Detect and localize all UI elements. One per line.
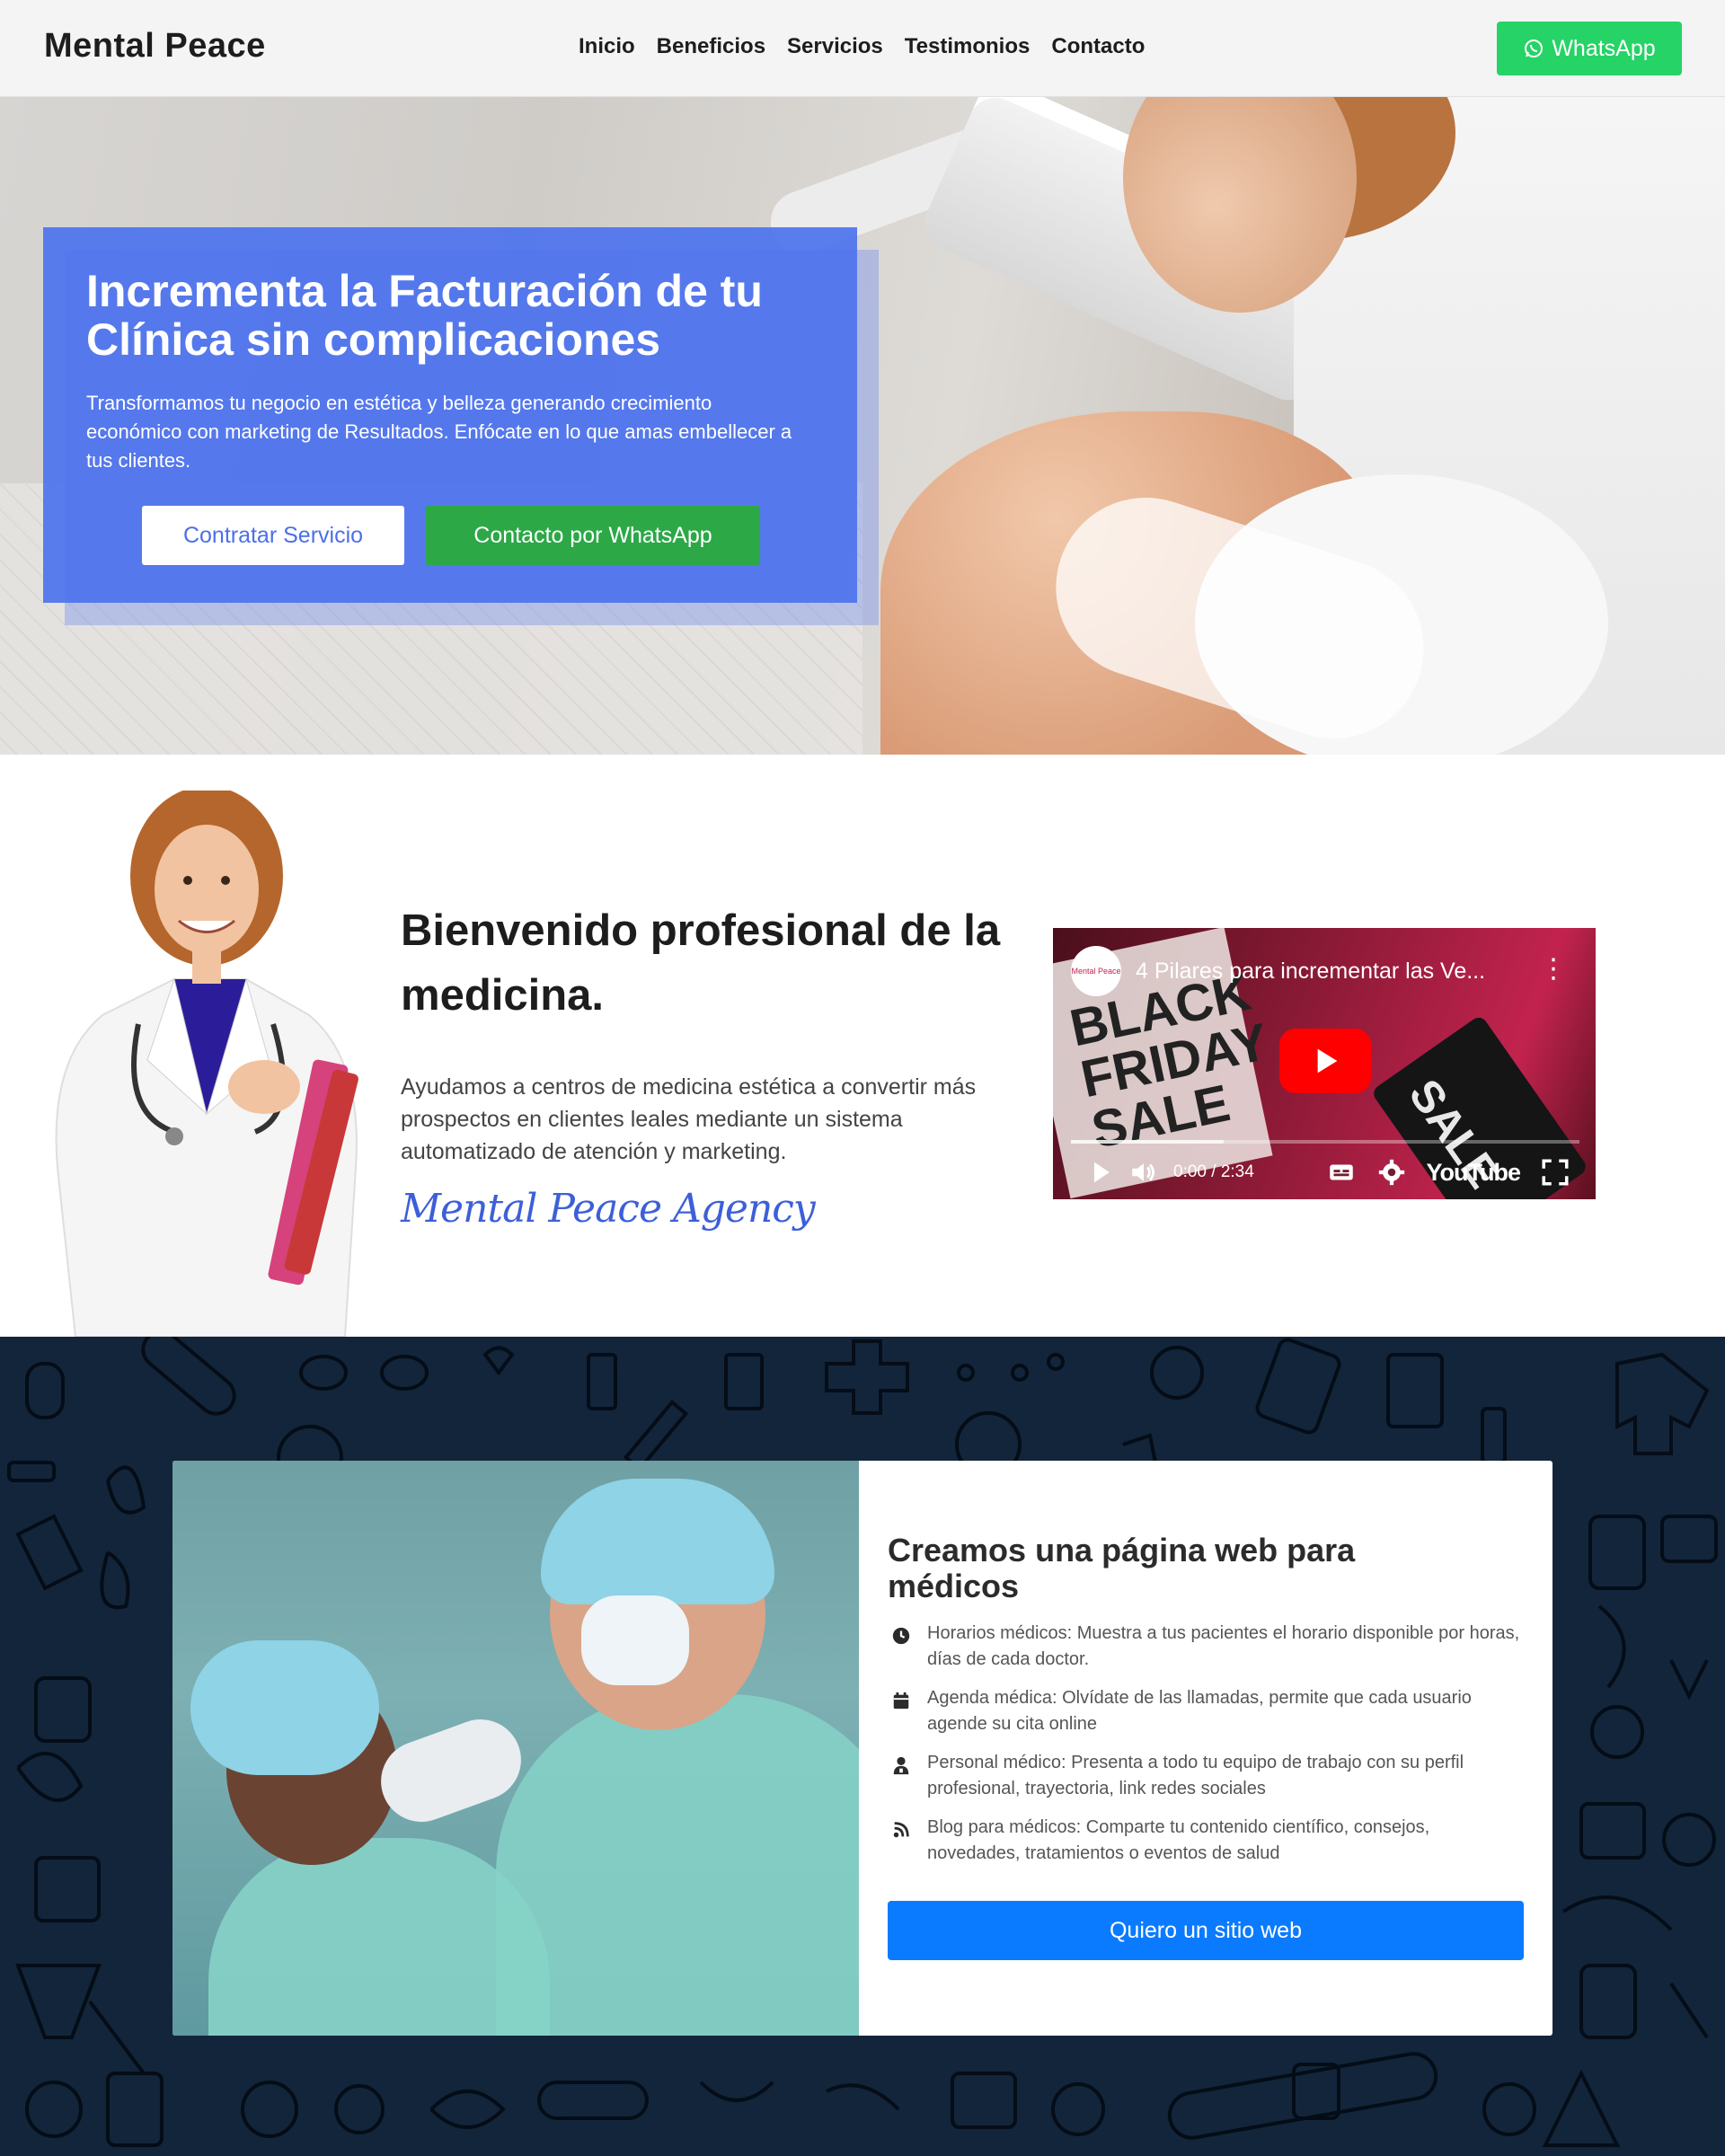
more-options-icon[interactable]: ⋮: [1540, 953, 1567, 985]
web-card: Creamos una página web para médicos Hora…: [172, 1461, 1552, 2036]
surgeon-cap: [541, 1479, 774, 1604]
web-for-doctors-section: Creamos una página web para médicos Hora…: [0, 1337, 1725, 2156]
feature-text-horarios: Horarios médicos: Muestra a tus paciente…: [927, 1623, 1520, 1669]
hero-buttons: Contratar Servicio Contacto por WhatsApp: [142, 506, 760, 565]
main-nav: Inicio Beneficios Servicios Testimonios …: [579, 34, 1166, 59]
doctor-portrait: [55, 791, 358, 1337]
brand-logo[interactable]: Mental Peace: [44, 27, 266, 66]
video-progress-bar[interactable]: [1071, 1140, 1579, 1144]
play-button-large[interactable]: [1279, 1029, 1371, 1093]
feature-item-agenda: Agenda médica: Olvídate de las llamadas,…: [888, 1685, 1526, 1737]
video-time: 0:00 / 2:34: [1173, 1162, 1254, 1181]
hero-text: Transformamos tu negocio en estética y b…: [86, 392, 792, 472]
feature-text-personal: Personal médico: Presenta a todo tu equi…: [927, 1753, 1464, 1798]
clock-icon: [888, 1626, 915, 1646]
welcome-text: Ayudamos a centros de medicina estética …: [401, 1074, 977, 1164]
feature-item-personal: Personal médico: Presenta a todo tu equi…: [888, 1750, 1526, 1802]
video-title[interactable]: 4 Pilares para incrementar las Ve...: [1136, 959, 1485, 985]
video-progress-fill: [1071, 1140, 1224, 1144]
blog-icon: [888, 1820, 915, 1840]
surgeon-mask: [581, 1595, 689, 1685]
video-controls-right: YouTube: [1326, 1157, 1570, 1188]
surgeon-gown: [496, 1694, 859, 2036]
feature-item-horarios: Horarios médicos: Muestra a tus paciente…: [888, 1621, 1526, 1673]
calendar-icon: [888, 1691, 915, 1710]
feature-list: Horarios médicos: Muestra a tus paciente…: [888, 1621, 1526, 1867]
nav-link-servicios[interactable]: Servicios: [787, 34, 883, 59]
nav-link-beneficios[interactable]: Beneficios: [657, 34, 765, 59]
whatsapp-contact-button[interactable]: Contacto por WhatsApp: [426, 506, 760, 565]
want-website-button[interactable]: Quiero un sitio web: [888, 1901, 1524, 1960]
feature-text-blog: Blog para médicos: Comparte tu contenido…: [927, 1817, 1430, 1863]
play-control-icon[interactable]: [1085, 1157, 1116, 1188]
nav-link-testimonios[interactable]: Testimonios: [905, 34, 1031, 59]
nav-link-inicio[interactable]: Inicio: [579, 34, 635, 59]
play-icon: [1317, 1048, 1338, 1074]
welcome-title: Bienvenido profesional de la medicina.: [401, 906, 1001, 1020]
web-card-content: Creamos una página web para médicos Hora…: [888, 1533, 1526, 1879]
settings-gear-icon[interactable]: [1376, 1157, 1407, 1188]
web-card-title: Creamos una página web para médicos: [888, 1532, 1356, 1604]
volume-icon[interactable]: [1128, 1157, 1159, 1188]
whatsapp-nav-button[interactable]: WhatsApp: [1497, 22, 1682, 75]
feature-text-agenda: Agenda médica: Olvídate de las llamadas,…: [927, 1688, 1472, 1734]
nav-link-contacto[interactable]: Contacto: [1051, 34, 1145, 59]
channel-logo[interactable]: Mental Peace: [1071, 946, 1121, 996]
subtitles-icon[interactable]: [1326, 1157, 1357, 1188]
hero-title: Incrementa la Facturación de tu Clínica …: [86, 266, 763, 365]
feature-item-blog: Blog para médicos: Comparte tu contenido…: [888, 1815, 1526, 1867]
whatsapp-icon: [1525, 40, 1544, 57]
hero-section: Incrementa la Facturación de tu Clínica …: [0, 97, 1725, 755]
whatsapp-nav-label: WhatsApp: [1552, 35, 1656, 61]
patient-cap: [190, 1640, 379, 1775]
fullscreen-icon[interactable]: [1540, 1157, 1570, 1188]
video-controls: 0:00 / 2:34 YouTube: [1085, 1154, 1570, 1190]
navbar: Mental Peace Inicio Beneficios Servicios…: [0, 0, 1725, 97]
user-doctor-icon: [888, 1755, 915, 1775]
surgeon-photo: [172, 1461, 859, 2036]
hire-service-button[interactable]: Contratar Servicio: [142, 506, 404, 565]
youtube-logo[interactable]: YouTube: [1427, 1159, 1521, 1187]
youtube-video-embed[interactable]: BLACK FRIDAY SALE SALE Mental Peace 4 Pi…: [1053, 928, 1596, 1199]
agency-signature: Mental Peace Agency: [401, 1186, 816, 1232]
